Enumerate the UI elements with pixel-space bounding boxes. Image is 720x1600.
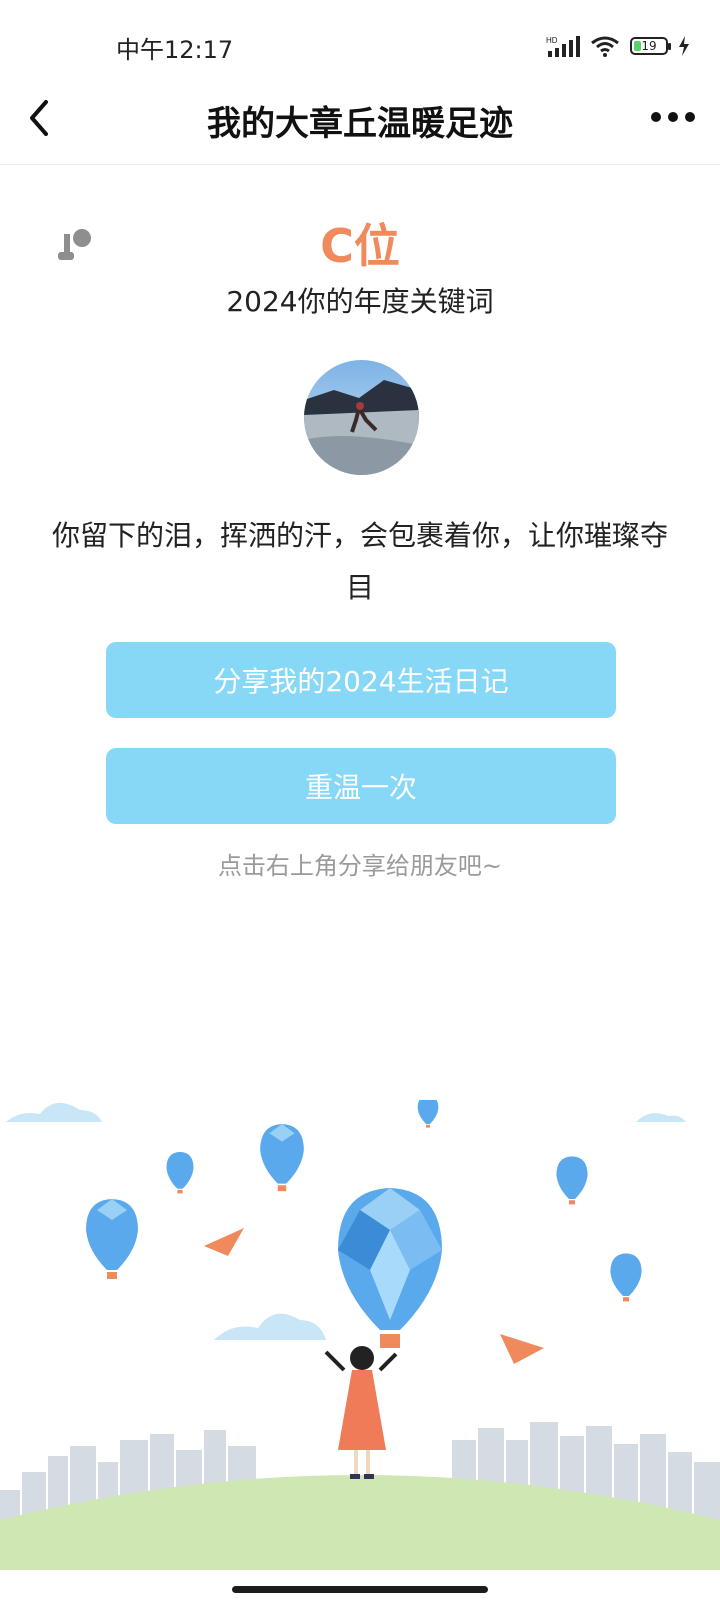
wifi-icon [591, 36, 619, 57]
replay-button[interactable]: 重温一次 [106, 748, 616, 824]
balloon-illustration [0, 1095, 720, 1570]
avatar [304, 360, 419, 475]
share-hint: 点击右上角分享给朋友吧~ [217, 852, 503, 880]
nav-bar: 我的大章丘温暖足迹 [0, 80, 720, 165]
keyword-message: 你留下的泪，挥洒的汗，会包裹着你，让你璀璨夺目 [51, 519, 668, 604]
status-time: 中午12:17 [116, 36, 234, 64]
signal-icon: HD [546, 36, 580, 57]
bolt-icon [679, 36, 689, 56]
more-dots-icon [651, 112, 695, 122]
status-icons: HD 19 [546, 34, 690, 58]
page-title: 我的大章丘温暖足迹 [207, 104, 513, 144]
share-diary-button[interactable]: 分享我的2024生活日记 [106, 642, 616, 718]
keyword-subtitle: 2024你的年度关键词 [226, 285, 494, 318]
annual-keyword: C位 [320, 219, 400, 273]
svg-text:HD: HD [546, 36, 558, 45]
home-indicator[interactable] [232, 1586, 488, 1593]
more-button[interactable] [648, 102, 698, 132]
battery-level: 19 [641, 39, 657, 53]
battery-indicator: 19 [630, 37, 671, 55]
girl-figure [324, 1346, 398, 1479]
balloon-icon [86, 1095, 642, 1348]
